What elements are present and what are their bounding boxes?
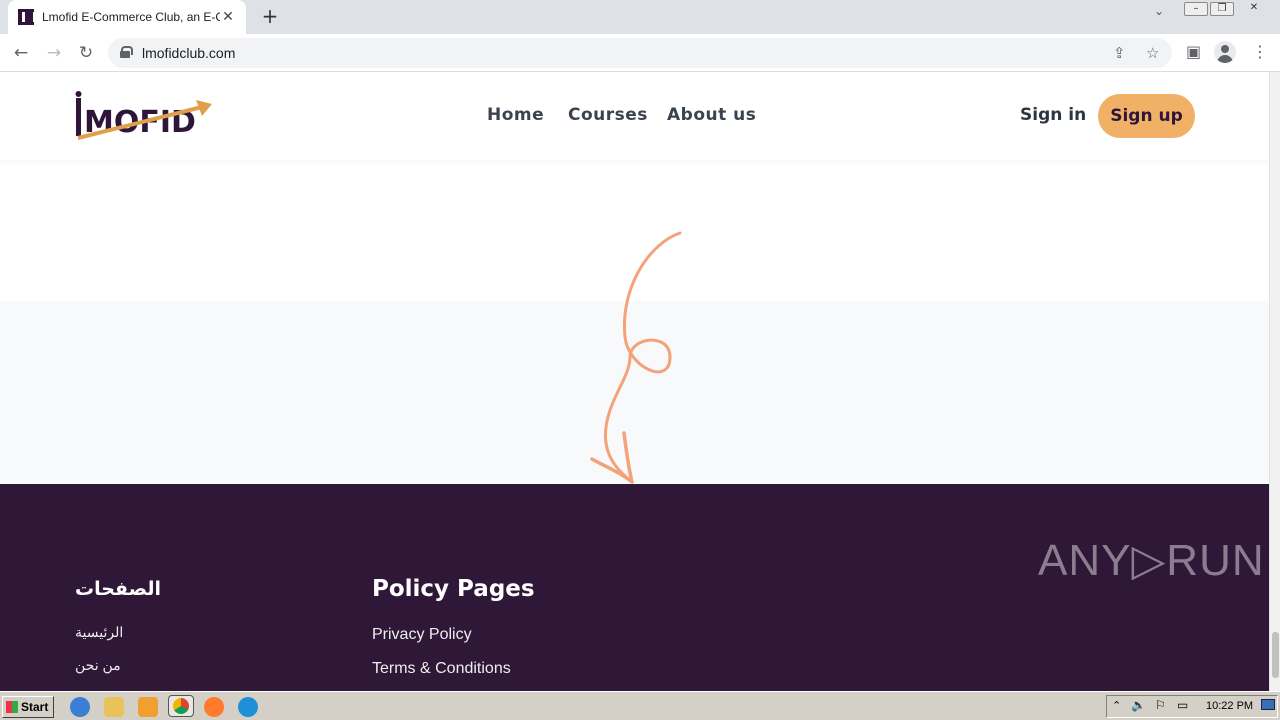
network-icon[interactable]: ▭ [1177, 698, 1188, 712]
kebab-menu-icon[interactable]: ⋮ [1252, 42, 1268, 61]
nav-home[interactable]: Home [487, 105, 544, 125]
browser-titlebar: Lmofid E-Commerce Club, an E-Comm ✕ + ⌄ … [0, 0, 1280, 34]
new-tab-button[interactable]: + [258, 5, 282, 29]
windows-taskbar: Start ⌃ 🔈 ⚐ ▭ 10:22 PM [0, 691, 1280, 720]
ie-icon[interactable] [70, 697, 90, 717]
mofid-logo[interactable]: MOFID [74, 88, 214, 142]
browser-toolbar: ← → ↻ lmofidclub.com ⇪ ☆ [0, 34, 1280, 72]
site-favicon-icon [18, 9, 36, 25]
bookmark-star-icon[interactable]: ☆ [1146, 44, 1159, 62]
footer-link-home-ar[interactable]: الرئيسية [75, 624, 161, 641]
site-header: MOFID Home Courses About us Sign in Sign… [0, 72, 1269, 160]
tab-close-icon[interactable]: ✕ [220, 9, 236, 25]
nav-courses[interactable]: Courses [568, 105, 648, 125]
page-scrollbar[interactable] [1269, 72, 1280, 691]
share-icon[interactable]: ⇪ [1113, 44, 1126, 62]
flag-icon[interactable]: ⚐ [1155, 698, 1166, 712]
show-desktop-icon[interactable] [1261, 699, 1275, 710]
footer-pages-column: الصفحات الرئيسية من نحن [75, 578, 161, 690]
footer-policy-heading: Policy Pages [372, 576, 535, 602]
footer-policy-column: Policy Pages Privacy Policy Terms & Cond… [372, 576, 535, 691]
sign-up-button[interactable]: Sign up [1098, 94, 1195, 138]
scrollbar-thumb[interactable] [1272, 632, 1279, 678]
back-arrow-icon[interactable]: ← [10, 42, 32, 64]
tab-search-chevron-icon[interactable]: ⌄ [1154, 4, 1164, 18]
profile-avatar-icon[interactable] [1214, 41, 1236, 63]
close-window-button[interactable]: ✕ [1242, 2, 1266, 16]
footer-link-about-ar[interactable]: من نحن [75, 657, 161, 674]
firefox-icon[interactable] [204, 697, 224, 717]
reload-icon[interactable]: ↻ [75, 42, 97, 64]
tray-expand-icon[interactable]: ⌃ [1112, 699, 1121, 712]
tab-title: Lmofid E-Commerce Club, an E-Comm [42, 10, 220, 24]
footer-pages-heading: الصفحات [75, 578, 161, 600]
footer-link-privacy[interactable]: Privacy Policy [372, 626, 535, 644]
url-text[interactable]: lmofidclub.com [142, 45, 235, 61]
footer-link-terms[interactable]: Terms & Conditions [372, 660, 535, 678]
address-bar[interactable]: lmofidclub.com ⇪ ☆ [108, 38, 1172, 68]
anyrun-watermark: ANY▷RUN [1038, 536, 1265, 585]
browser-tab[interactable]: Lmofid E-Commerce Club, an E-Comm ✕ [8, 0, 246, 34]
minimize-button[interactable]: – [1184, 2, 1208, 16]
nav-about-us[interactable]: About us [667, 105, 756, 125]
sign-in-link[interactable]: Sign in [1020, 105, 1086, 125]
web-page: MOFID Home Courses About us Sign in Sign… [0, 72, 1269, 691]
explorer-folder-icon[interactable] [104, 697, 124, 717]
volume-icon[interactable]: 🔈 [1131, 698, 1146, 712]
restore-button[interactable]: ❐ [1210, 2, 1234, 16]
decorative-arrow-icon [590, 231, 682, 484]
site-footer: الصفحات الرئيسية من نحن Policy Pages Pri… [0, 484, 1269, 691]
forward-arrow-icon[interactable]: → [43, 42, 65, 64]
edge-icon[interactable] [238, 697, 258, 717]
chrome-taskbar-button[interactable] [168, 695, 194, 717]
start-button[interactable]: Start [2, 696, 54, 718]
lock-icon[interactable] [120, 46, 133, 58]
side-panel-icon[interactable]: ▣ [1186, 42, 1201, 61]
media-player-icon[interactable] [138, 697, 158, 717]
taskbar-clock: 10:22 PM [1206, 700, 1254, 712]
